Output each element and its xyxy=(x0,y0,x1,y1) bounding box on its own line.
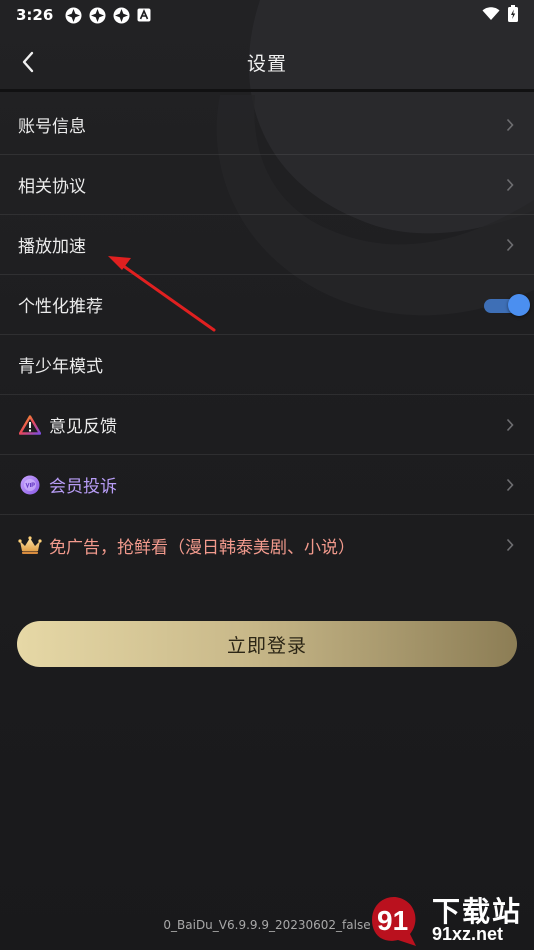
settings-item-label: 相关协议 xyxy=(18,177,86,197)
svg-text:91: 91 xyxy=(377,905,408,936)
settings-item-label: 免广告，抢鲜看（漫日韩泰美剧、小说） xyxy=(49,537,355,558)
watermark: 91 下载站 91xz.net xyxy=(360,884,534,950)
notification-icon xyxy=(65,7,82,24)
warning-triangle-icon xyxy=(18,413,42,437)
chevron-right-icon xyxy=(506,537,514,556)
settings-item-feedback[interactable]: 意见反馈 xyxy=(0,395,534,455)
status-icons-right xyxy=(482,4,518,26)
app-header: 设置 xyxy=(0,36,534,92)
chevron-right-icon xyxy=(506,417,514,436)
settings-item-label: 青少年模式 xyxy=(18,357,103,377)
crown-icon xyxy=(18,533,42,557)
login-button-label: 立即登录 xyxy=(226,635,307,657)
notification-icon xyxy=(89,7,106,24)
battery-icon xyxy=(508,4,518,26)
status-time: 3:26 xyxy=(16,6,54,24)
page-title: 设置 xyxy=(246,53,287,75)
login-button[interactable]: 立即登录 xyxy=(17,621,517,667)
settings-list: 账号信息 相关协议 播放加速 个性化推荐 青少年模式 意见反馈 会员投诉 免广告… xyxy=(0,95,534,575)
settings-item-playback-speed[interactable]: 播放加速 xyxy=(0,215,534,275)
wifi-icon xyxy=(482,6,500,25)
settings-item-vip-complaint[interactable]: 会员投诉 xyxy=(0,455,534,515)
notification-icon xyxy=(113,7,130,24)
chevron-right-icon xyxy=(506,117,514,136)
status-icons-left xyxy=(65,7,151,24)
personalized-recommendation-toggle[interactable] xyxy=(484,294,530,316)
settings-item-teen-mode[interactable]: 青少年模式 xyxy=(0,335,534,395)
status-bar: 3:26 xyxy=(0,0,534,30)
toggle-thumb xyxy=(508,294,530,316)
watermark-logo-icon: 91 xyxy=(372,896,416,946)
watermark-site: 91xz.net xyxy=(432,924,504,944)
chevron-right-icon xyxy=(506,177,514,196)
settings-item-label: 个性化推荐 xyxy=(18,297,103,317)
settings-item-agreements[interactable]: 相关协议 xyxy=(0,155,534,215)
chevron-right-icon xyxy=(506,477,514,496)
settings-item-label: 播放加速 xyxy=(18,237,86,257)
settings-item-account-info[interactable]: 账号信息 xyxy=(0,95,534,155)
settings-item-personalized-recommendation: 个性化推荐 xyxy=(0,275,534,335)
vip-badge-icon xyxy=(18,473,42,497)
back-button[interactable] xyxy=(12,48,44,80)
settings-item-label: 账号信息 xyxy=(18,117,86,137)
settings-item-ad-free-promo[interactable]: 免广告，抢鲜看（漫日韩泰美剧、小说） xyxy=(0,515,534,575)
settings-item-label: 会员投诉 xyxy=(49,477,117,497)
chevron-left-icon xyxy=(21,51,35,77)
chevron-right-icon xyxy=(506,237,514,256)
a-badge-icon xyxy=(137,8,151,22)
settings-item-label: 意见反馈 xyxy=(49,417,117,437)
